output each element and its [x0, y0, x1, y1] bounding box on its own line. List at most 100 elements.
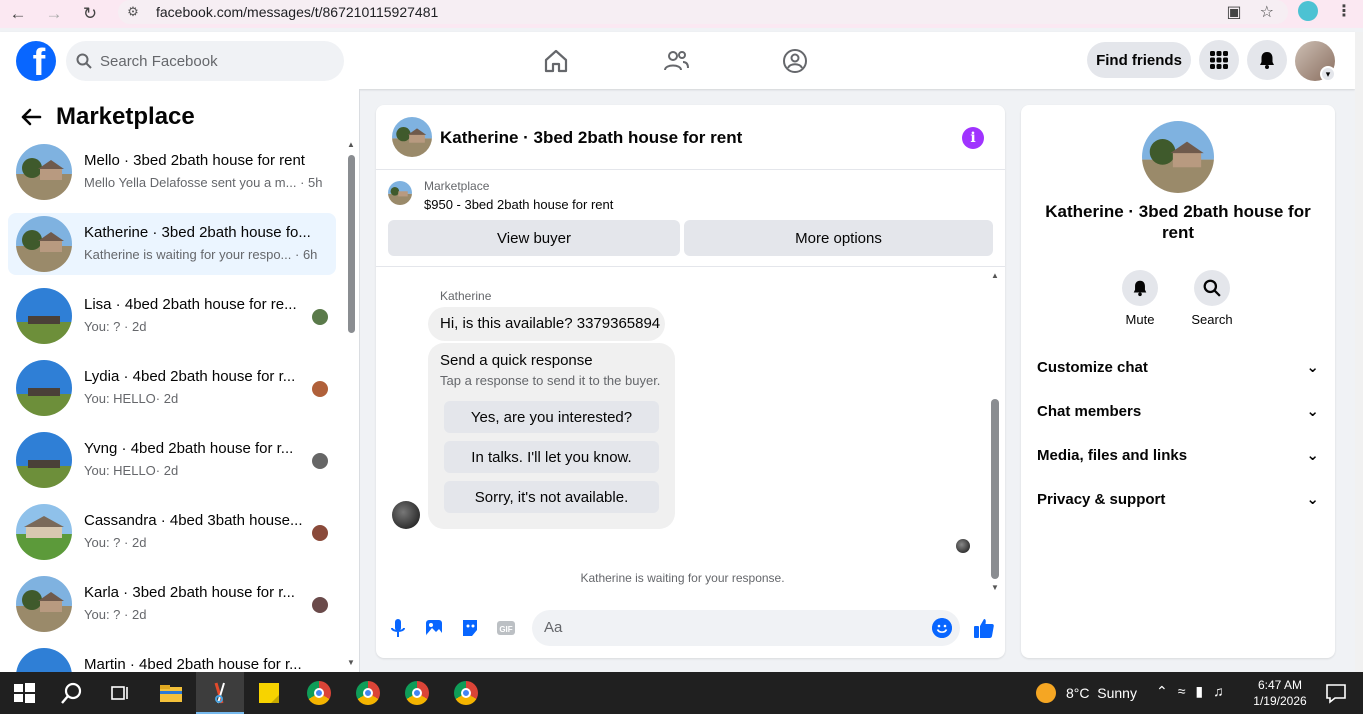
- listing-thumbnail: [388, 181, 412, 205]
- sticky-notes-icon[interactable]: [255, 679, 283, 707]
- browser-menu-icon[interactable]: ⋮: [1336, 1, 1352, 21]
- quick-reply-in-talks-button[interactable]: In talks. I'll let you know.: [444, 441, 659, 473]
- back-arrow-icon[interactable]: ←: [0, 0, 36, 28]
- conversation-item-lisa[interactable]: Lisa · 4bed 2bath house for re... You: ?…: [8, 285, 336, 347]
- incoming-message-bubble[interactable]: Hi, is this available? 3379365894: [428, 307, 665, 341]
- quick-reply-not-available-button[interactable]: Sorry, it's not available.: [444, 481, 659, 513]
- listing-thumbnail: [16, 648, 72, 672]
- find-friends-button[interactable]: Find friends: [1087, 42, 1191, 78]
- microphone-icon[interactable]: [387, 617, 409, 639]
- weather-widget[interactable]: 8°C Sunny: [1036, 683, 1137, 703]
- search-facebook-input[interactable]: Search Facebook: [66, 41, 344, 81]
- notifications-bell-icon[interactable]: [1247, 40, 1287, 80]
- file-explorer-icon[interactable]: [157, 679, 185, 707]
- conversation-item-katherine[interactable]: Katherine · 3bed 2bath house fo... Kathe…: [8, 213, 336, 275]
- chrome-icon[interactable]: [305, 679, 333, 707]
- friends-icon[interactable]: [662, 47, 690, 75]
- address-bar[interactable]: ⚙ facebook.com/messages/t/86721011592748…: [118, 0, 1288, 24]
- windows-taskbar: 8°C Sunny ⌃ ≈ ▮ ♫ 6:47 AM 1/19/2026: [0, 672, 1363, 714]
- snipping-tool-icon[interactable]: [206, 679, 234, 707]
- sender-avatar[interactable]: [392, 501, 420, 529]
- home-icon[interactable]: [542, 47, 570, 75]
- menu-grid-icon[interactable]: [1199, 40, 1239, 80]
- weather-text: 8°C Sunny: [1066, 685, 1137, 701]
- chat-title[interactable]: Katherine · 3bed 2bath house for rent: [440, 128, 742, 148]
- notifications-center-icon[interactable]: [1322, 679, 1350, 707]
- thumbs-up-icon[interactable]: [972, 616, 996, 640]
- message-input[interactable]: Aa: [532, 610, 960, 646]
- mute-bell-icon[interactable]: [1122, 270, 1158, 306]
- forward-arrow-icon[interactable]: →: [36, 0, 72, 28]
- media-files-links-row[interactable]: Media, files and links ⌄: [1037, 437, 1319, 473]
- wifi-icon[interactable]: ≈: [1178, 683, 1186, 700]
- conversation-item-lydia[interactable]: Lydia · 4bed 2bath house for r... You: H…: [8, 357, 336, 419]
- privacy-support-row[interactable]: Privacy & support ⌄: [1037, 481, 1319, 517]
- conversation-item-yvng[interactable]: Yvng · 4bed 2bath house for r... You: HE…: [8, 429, 336, 491]
- chrome-profile-3-icon[interactable]: [403, 679, 431, 707]
- chrome-profile-2-icon[interactable]: [354, 679, 382, 707]
- scroll-down-icon[interactable]: ▼: [347, 658, 355, 667]
- account-chevron-icon[interactable]: ▾: [1320, 66, 1336, 82]
- listing-price-title[interactable]: $950 - 3bed 2bath house for rent: [424, 197, 613, 212]
- customize-chat-row[interactable]: Customize chat ⌄: [1037, 349, 1319, 385]
- conversation-preview: You: HELLO· 2d: [84, 463, 179, 478]
- conversation-item-mello[interactable]: Mello · 3bed 2bath house for rent Mello …: [8, 141, 336, 203]
- chrome-profile-4-icon[interactable]: [452, 679, 480, 707]
- conversation-info-panel: Katherine · 3bed 2bath house for rent Mu…: [1021, 105, 1335, 658]
- back-arrow-icon[interactable]: [20, 107, 42, 127]
- reload-icon[interactable]: ↻: [72, 0, 108, 28]
- chat-members-row[interactable]: Chat members ⌄: [1037, 393, 1319, 429]
- conversation-title: Martin · 4bed 2bath house for r...: [84, 656, 302, 672]
- chevron-down-icon: ⌄: [1306, 491, 1319, 508]
- page-scrollbar[interactable]: [1355, 32, 1363, 672]
- scroll-up-icon[interactable]: ▲: [347, 140, 355, 149]
- conversation-item-martin[interactable]: Martin · 4bed 2bath house for r...: [8, 645, 336, 672]
- facebook-logo-icon[interactable]: f: [16, 41, 56, 81]
- listing-thumbnail: [16, 360, 72, 416]
- scroll-down-icon[interactable]: ▼: [991, 583, 999, 592]
- time-text: 6:47 AM: [1257, 678, 1303, 692]
- emoji-icon[interactable]: [932, 618, 952, 638]
- conversation-preview: You: ? · 2d: [84, 535, 147, 550]
- chat-listing-avatar[interactable]: [392, 117, 432, 157]
- search-action[interactable]: Search: [1182, 270, 1242, 327]
- mute-action[interactable]: Mute: [1110, 270, 1170, 327]
- site-settings-icon[interactable]: ⚙: [118, 4, 148, 20]
- search-icon[interactable]: [58, 679, 86, 707]
- scroll-up-icon[interactable]: ▲: [991, 271, 999, 280]
- info-listing-avatar[interactable]: [1142, 121, 1214, 193]
- volume-icon[interactable]: ♫: [1213, 683, 1224, 700]
- sidebar-scrollbar-thumb[interactable]: [348, 155, 355, 333]
- seen-indicator-avatar: [956, 539, 970, 553]
- chat-scrollbar-thumb[interactable]: [991, 399, 999, 579]
- participant-avatar: [312, 381, 328, 397]
- bookmark-star-icon[interactable]: ☆: [1260, 2, 1274, 22]
- view-buyer-button[interactable]: View buyer: [388, 220, 680, 256]
- photo-icon[interactable]: [423, 617, 445, 639]
- profile-extension-icon[interactable]: [1298, 1, 1318, 21]
- conversation-title: Katherine · 3bed 2bath house fo...: [84, 224, 311, 241]
- conversation-item-karla[interactable]: Karla · 3bed 2bath house for r... You: ?…: [8, 573, 336, 635]
- chevron-up-icon[interactable]: ⌃: [1156, 683, 1168, 700]
- search-icon[interactable]: [1194, 270, 1230, 306]
- quick-response-subtitle: Tap a response to send it to the buyer.: [440, 373, 661, 388]
- conversation-preview: You: HELLO· 2d: [84, 391, 179, 406]
- task-view-icon[interactable]: [106, 679, 134, 707]
- message-composer: GIF Aa: [376, 605, 1005, 655]
- conversation-preview: You: ? · 2d: [84, 607, 147, 622]
- windows-start-icon[interactable]: [10, 679, 38, 707]
- sticker-icon[interactable]: [459, 617, 481, 639]
- conversation-preview: You: ? · 2d: [84, 319, 147, 334]
- clock[interactable]: 6:47 AM 1/19/2026: [1252, 677, 1308, 709]
- gif-icon[interactable]: GIF: [495, 617, 517, 639]
- battery-icon[interactable]: ▮: [1195, 683, 1203, 700]
- more-options-button[interactable]: More options: [684, 220, 993, 256]
- message-sender-name: Katherine: [440, 289, 492, 303]
- groups-icon[interactable]: [781, 47, 809, 75]
- quick-reply-yes-button[interactable]: Yes, are you interested?: [444, 401, 659, 433]
- quick-response-title: Send a quick response: [440, 352, 593, 369]
- install-app-icon[interactable]: ▣: [1227, 2, 1242, 22]
- listing-thumbnail: [16, 144, 72, 200]
- conversation-item-cassandra[interactable]: Cassandra · 4bed 3bath house... You: ? ·…: [8, 501, 336, 563]
- conversation-info-icon[interactable]: i: [962, 127, 984, 149]
